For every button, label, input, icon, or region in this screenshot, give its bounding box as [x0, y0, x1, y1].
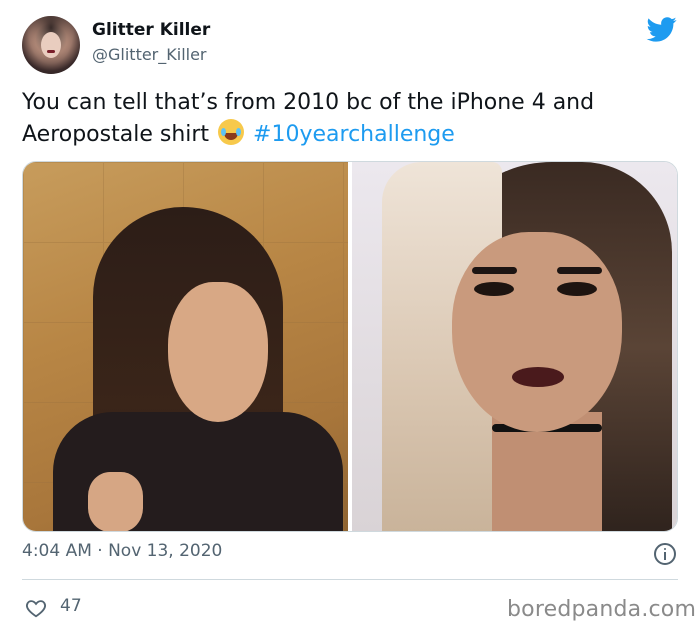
tweet-media[interactable]	[22, 161, 678, 532]
watermark: boredpanda.com	[507, 597, 697, 622]
left-eye	[474, 282, 514, 296]
tweet-text: You can tell that’s from 2010 bc of the …	[22, 87, 682, 151]
left-brow	[472, 267, 517, 274]
avatar-face	[41, 32, 61, 58]
photo-2020[interactable]	[352, 162, 677, 531]
right-brow	[557, 267, 602, 274]
avatar-lips	[47, 50, 55, 53]
face	[168, 282, 268, 422]
like-count[interactable]: 47	[60, 596, 82, 616]
right-eye	[557, 282, 597, 296]
heart-icon[interactable]	[24, 597, 48, 619]
info-icon[interactable]	[654, 543, 676, 565]
face	[452, 232, 622, 432]
divider	[22, 579, 678, 580]
avatar[interactable]	[22, 16, 80, 74]
face-with-tears-of-joy-icon	[218, 119, 245, 145]
twitter-bird-icon[interactable]	[645, 14, 679, 44]
hand	[88, 472, 143, 531]
lips	[512, 367, 564, 387]
hashtag-link[interactable]: #10yearchallenge	[253, 122, 455, 147]
author-handle[interactable]: @Glitter_Killer	[92, 45, 207, 64]
photo-2010[interactable]	[23, 162, 348, 531]
tweet-timestamp[interactable]: 4:04 AM · Nov 13, 2020	[22, 541, 222, 561]
author-display-name[interactable]: Glitter Killer	[92, 20, 210, 40]
